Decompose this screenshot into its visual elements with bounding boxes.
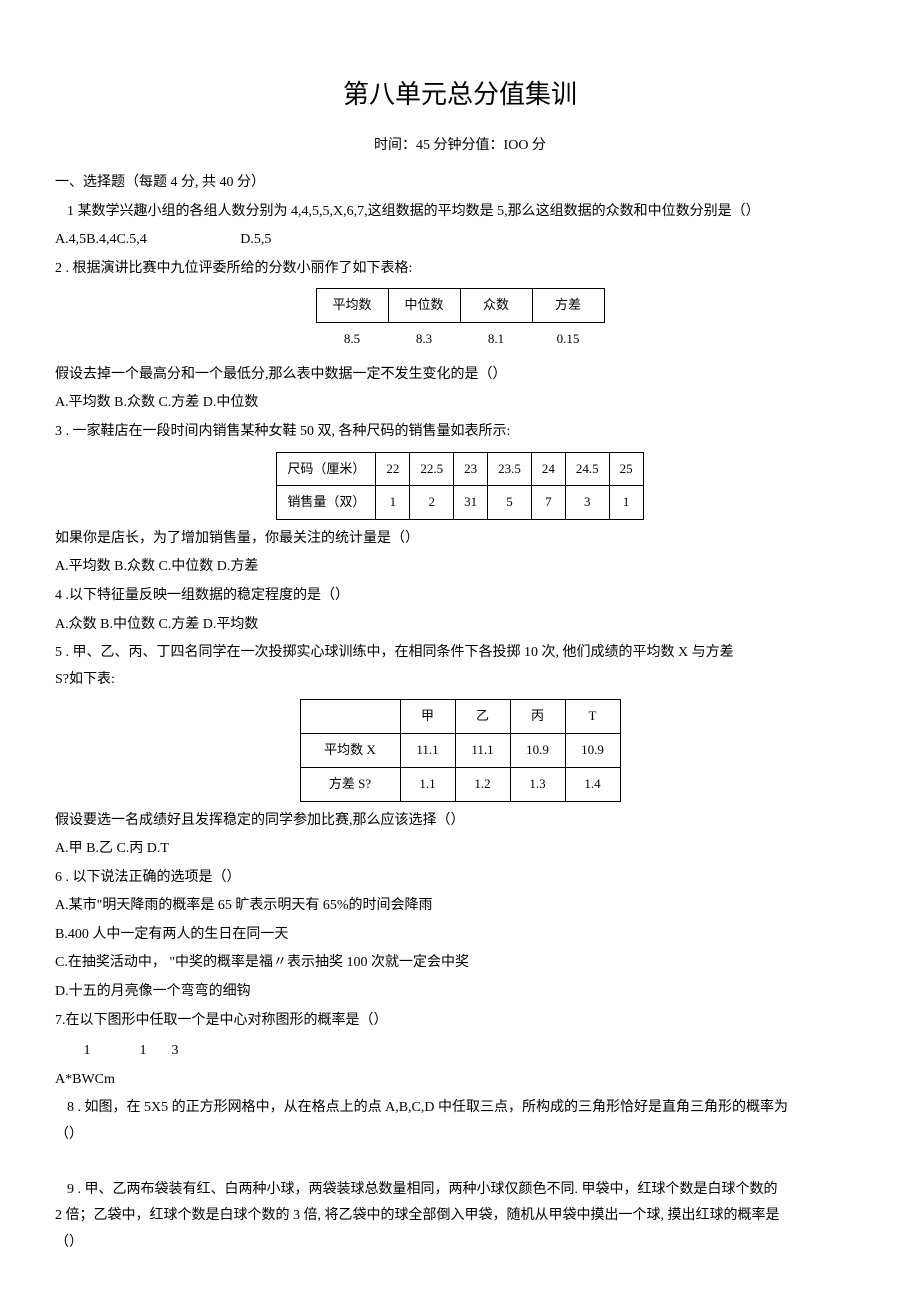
q2-th-mean: 平均数 xyxy=(316,289,388,323)
question-3-after: 如果你是店长，为了增加销售量，你最关注的统计量是（） xyxy=(55,526,865,553)
question-7: 7.在以下图形中任取一个是中心对称图形的概率是（） xyxy=(55,1008,865,1035)
q3-r1-c5: 24 xyxy=(531,452,565,486)
q5-table: 甲 乙 丙 T 平均数 X 11.1 11.1 10.9 10.9 方差 S? … xyxy=(300,699,621,801)
question-2-after: 假设去掉一个最高分和一个最低分,那么表中数据一定不发生变化的是（） xyxy=(55,362,865,389)
q3-r1-c4: 23.5 xyxy=(488,452,532,486)
q6-opt-b: B.400 人中一定有两人的生日在同一天 xyxy=(55,922,865,949)
question-3: 3 . 一家鞋店在一段时间内销售某种女鞋 50 双, 各种尺码的销售量如表所示: xyxy=(55,419,865,446)
page-title: 第八单元总分值集训 xyxy=(55,70,865,119)
question-3-options: A.平均数 B.众数 C.中位数 D.方差 xyxy=(55,554,865,581)
question-9-line2: 2 倍；乙袋中，红球个数是白球个数的 3 倍, 将乙袋中的球全部倒入甲袋，随机从… xyxy=(55,1203,865,1230)
q5-h4: T xyxy=(565,700,620,734)
q3-r2-c7: 1 xyxy=(609,486,643,520)
q7-frac-row: 1 1 3 xyxy=(55,1038,865,1065)
time-score-line: 时间：45 分钟分值：IOO 分 xyxy=(55,133,865,160)
q5-h3: 丙 xyxy=(510,700,565,734)
q3-r2-c6: 3 xyxy=(565,486,609,520)
question-5-line2: S?如下表: xyxy=(55,667,865,694)
q5-r1-c0: 平均数 X xyxy=(300,734,400,768)
q6-opt-a: A.某市"明天降雨的概率是 65 旷表示明天有 65%的时间会降雨 xyxy=(55,893,865,920)
q5-r2-c1: 1.1 xyxy=(400,767,455,801)
q6-opt-d: D.十五的月亮像一个弯弯的细钩 xyxy=(55,979,865,1006)
q5-r2-c3: 1.3 xyxy=(510,767,565,801)
question-2-options: A.平均数 B.众数 C.方差 D.中位数 xyxy=(55,390,865,417)
question-5-after: 假设要选一名成绩好且发挥稳定的同学参加比赛,那么应该选择（） xyxy=(55,808,865,835)
question-9-line3: （） xyxy=(55,1230,865,1257)
q5-h0 xyxy=(300,700,400,734)
q5-r2-c0: 方差 S? xyxy=(300,767,400,801)
question-8-line1: 8 . 如图，在 5X5 的正方形网格中，从在格点上的点 A,B,C,D 中任取… xyxy=(55,1095,865,1122)
question-6: 6 . 以下说法正确的选项是（） xyxy=(55,865,865,892)
question-5-options: A.甲 B.乙 C.丙 D.T xyxy=(55,836,865,863)
q6-opt-c: C.在抽奖活动中， "中奖的概率是福〃表示抽奖 100 次就一定会中奖 xyxy=(55,950,865,977)
question-8-line2: （） xyxy=(55,1122,865,1149)
q2-val-median: 8.3 xyxy=(388,323,460,356)
q2-val-mean: 8.5 xyxy=(316,323,388,356)
q5-r1-c4: 10.9 xyxy=(565,734,620,768)
q5-r1-c3: 10.9 xyxy=(510,734,565,768)
q5-r1-c1: 11.1 xyxy=(400,734,455,768)
q5-r2-c2: 1.2 xyxy=(455,767,510,801)
q3-r2-c0: 销售量（双） xyxy=(277,486,376,520)
q2-table: 平均数 中位数 众数 方差 8.5 8.3 8.1 0.15 xyxy=(316,288,605,355)
q7-frac-3: 3 xyxy=(161,1038,189,1065)
q3-table: 尺码（厘米） 22 22.5 23 23.5 24 24.5 25 销售量（双）… xyxy=(276,452,643,520)
q7-frac-1: 1 xyxy=(73,1038,101,1065)
q5-r2-c4: 1.4 xyxy=(565,767,620,801)
q1-opt-d: D.5,5 xyxy=(240,232,271,247)
q3-r2-c4: 5 xyxy=(488,486,532,520)
q3-r2-c1: 1 xyxy=(376,486,410,520)
q2-th-mode: 众数 xyxy=(460,289,532,323)
q7-frac-2: 1 xyxy=(129,1038,157,1065)
q3-r1-c6: 24.5 xyxy=(565,452,609,486)
question-7-options: A*BWCm xyxy=(55,1067,865,1094)
q5-r1-c2: 11.1 xyxy=(455,734,510,768)
q3-r1-c7: 25 xyxy=(609,452,643,486)
question-1: 1 某数学兴趣小组的各组人数分别为 4,4,5,5,X,6,7,这组数据的平均数… xyxy=(55,199,865,226)
question-2: 2 . 根据演讲比赛中九位评委所给的分数小丽作了如下表格: xyxy=(55,256,865,283)
q3-r1-c0: 尺码（厘米） xyxy=(277,452,376,486)
q2-th-median: 中位数 xyxy=(388,289,460,323)
q3-r1-c3: 23 xyxy=(454,452,488,486)
q1-opts-group-a: A.4,5B.4,4C.5,4 xyxy=(55,227,147,254)
q5-h2: 乙 xyxy=(455,700,510,734)
question-1-options: A.4,5B.4,4C.5,4 D.5,5 xyxy=(55,227,865,254)
q2-val-variance: 0.15 xyxy=(532,323,604,356)
question-5-line1: 5 . 甲、乙、丙、丁四名同学在一次投掷实心球训练中，在相同条件下各投掷 10 … xyxy=(55,640,865,667)
q2-th-variance: 方差 xyxy=(532,289,604,323)
q3-r1-c2: 22.5 xyxy=(410,452,454,486)
q3-r1-c1: 22 xyxy=(376,452,410,486)
question-9-line1: 9 . 甲、乙两布袋装有红、白两种小球，两袋装球总数量相同，两种小球仅颜色不同.… xyxy=(55,1177,865,1204)
q3-r2-c3: 31 xyxy=(454,486,488,520)
question-4-options: A.众数 B.中位数 C.方差 D.平均数 xyxy=(55,612,865,639)
q2-val-mode: 8.1 xyxy=(460,323,532,356)
q5-h1: 甲 xyxy=(400,700,455,734)
q3-r2-c2: 2 xyxy=(410,486,454,520)
question-4: 4 .以下特征量反映一组数据的稳定程度的是（） xyxy=(55,583,865,610)
section-heading: 一、选择题（每题 4 分, 共 40 分） xyxy=(55,170,865,197)
q3-r2-c5: 7 xyxy=(531,486,565,520)
